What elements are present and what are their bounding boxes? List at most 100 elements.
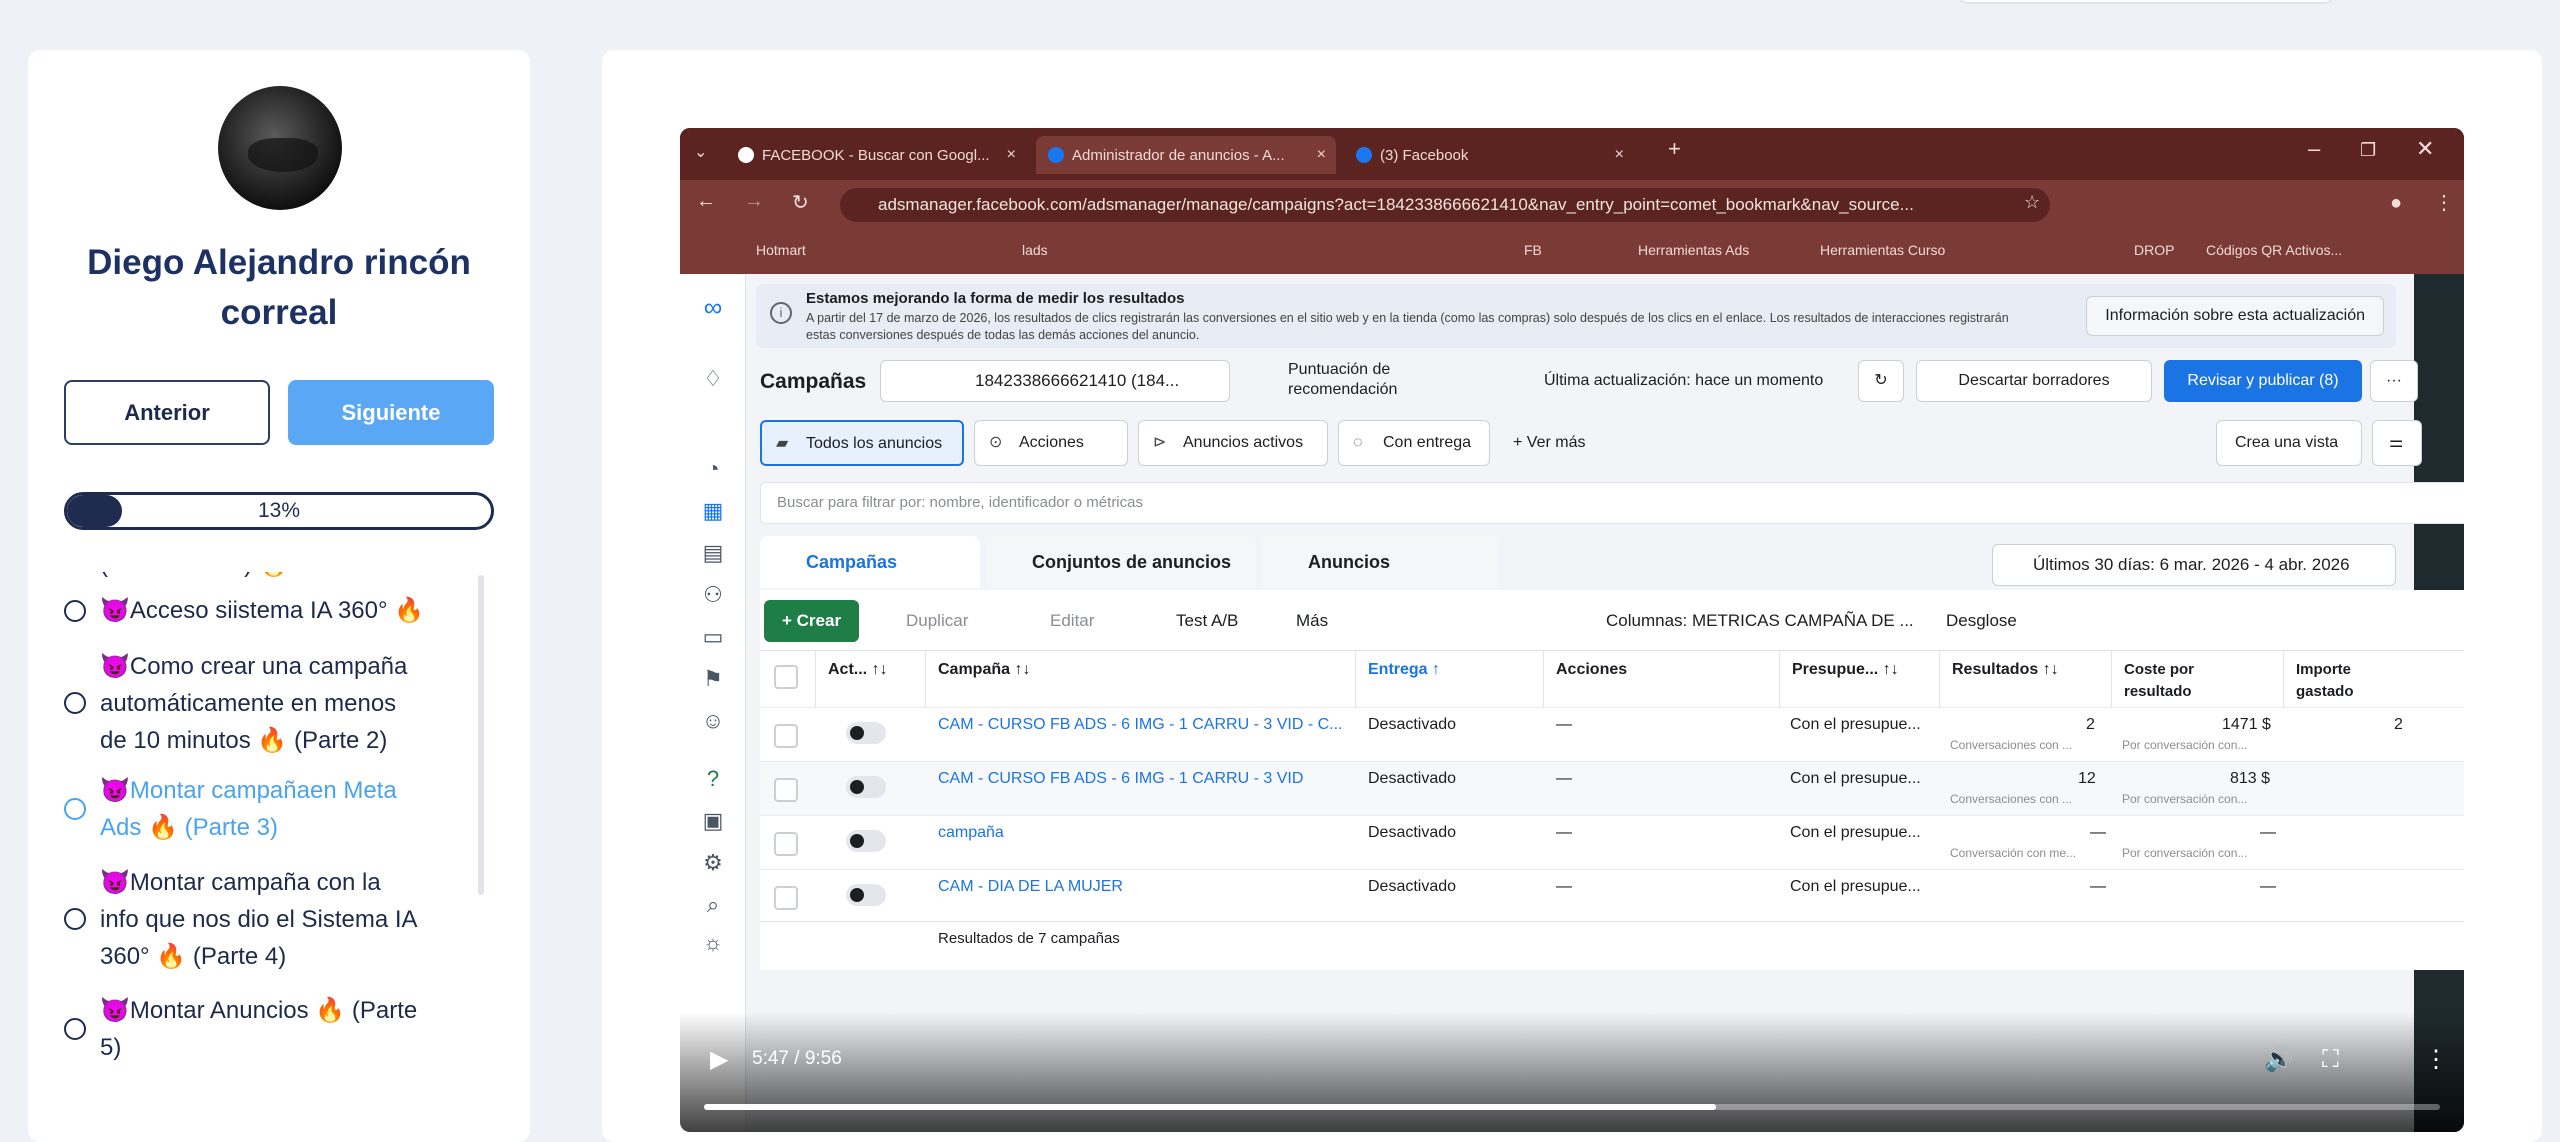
actions-cell: — [1556, 824, 1572, 841]
page-title: Campañas [760, 370, 867, 393]
view-actions: ⊙ Acciones [974, 420, 1128, 466]
bookmark-item: Herramientas Ads [1638, 242, 1750, 258]
lesson-item[interactable]: 😈Como crear una campaña automáticamente … [64, 648, 484, 759]
avatar [218, 86, 342, 210]
ads-manager: ∞ ♢ ◔ ▦ ▤ ⚇ ▭ ⚑ ☺ ? ▣ ⚙ ⌕ ☼ i Estamos me… [680, 274, 2464, 1132]
campaign-search-input: Buscar para filtrar por: nombre, identif… [760, 482, 2464, 524]
settings-gear-icon: ⚙ [703, 850, 723, 875]
fullscreen-icon[interactable]: ⛶ [2322, 1046, 2339, 1074]
reload-icon: ↻ [792, 192, 809, 214]
bell-icon: ♢ [703, 366, 723, 391]
report-icon: ▣ [702, 808, 724, 833]
column-header: Act... ↑↓ [816, 651, 926, 707]
browser-tab: (3) Facebook × [1344, 136, 1634, 174]
tab-ads: Anuncios [1262, 536, 1498, 588]
customize-icon: ⚌ [2372, 420, 2422, 466]
previous-button[interactable]: Anterior [64, 380, 270, 445]
lesson-item-active[interactable]: 😈Montar campañaen Meta Ads 🔥 (Parte 3) [64, 772, 484, 846]
lesson-title: (introducción ) 🔥 [100, 572, 289, 583]
people-icon: ☺ [701, 708, 725, 733]
campaign-name-link: CAM - CURSO FB ADS - 6 IMG - 1 CARRU - 3… [938, 770, 1304, 787]
bookmark-item: Códigos QR Activos... [2206, 242, 2343, 258]
browser-tab-bar: ⌄ FACEBOOK - Buscar con Googl... × Admin… [680, 128, 2464, 180]
lesson-item[interactable]: 😈Montar campaña con la info que nos dio … [64, 864, 484, 975]
lesson-item[interactable]: (introducción ) 🔥 [64, 572, 484, 583]
update-info-button: Información sobre esta actualización [2086, 296, 2384, 336]
megaphone-icon: ⚑ [703, 666, 723, 691]
course-progress-bar: 13% [64, 492, 494, 530]
forward-icon: → [744, 190, 764, 212]
lesson-item[interactable]: 😈Acceso siistema IA 360° 🔥 [64, 592, 484, 629]
cost-cell: 1471 $ [2222, 716, 2271, 733]
column-header: Coste por resultado [2112, 651, 2284, 707]
lesson-title: 😈Montar campaña con la info que nos dio … [100, 869, 418, 970]
column-header: Resultados ↑↓ [1940, 651, 2112, 707]
google-icon [738, 147, 754, 163]
address-field: adsmanager.facebook.com/adsmanager/manag… [840, 188, 2050, 222]
progress-label: 13% [257, 499, 301, 522]
breakdown-selector: Desglose [1946, 611, 2017, 630]
budget-cell: Con el presupue... [1790, 824, 1921, 841]
browser-address-row: ← → ↻ adsmanager.facebook.com/adsmanager… [680, 180, 2464, 230]
meta-icon [1048, 147, 1064, 163]
search-icon: ⌕ [706, 892, 720, 917]
banner-text: A partir del 17 de marzo de 2026, los re… [806, 311, 2009, 342]
new-tab-icon: + [1668, 136, 1681, 161]
results-count: Resultados de 7 campañas [938, 930, 1120, 947]
info-icon: i [770, 302, 792, 324]
table-footer: Resultados de 7 campañas [760, 921, 2464, 971]
view-all-ads: ▰ Todos los anuncios [760, 420, 964, 466]
video-options-icon[interactable]: ⋮ [2424, 1045, 2448, 1074]
lesson-title: 😈Como crear una campaña automáticamente … [100, 653, 408, 754]
campaigns-table: Act... ↑↓ Campaña ↑↓ Entrega ↑ Acciones … [760, 650, 2464, 970]
column-header: Acciones [1544, 651, 1780, 707]
budget-cell: Con el presupue... [1790, 770, 1921, 787]
banner-title: Estamos mejorando la forma de medir los … [806, 290, 1185, 307]
user-name: Diego Alejandro rincón correal [87, 243, 471, 332]
lesson-title: 😈Montar Anuncios 🔥 (Parte 5) [100, 997, 418, 1061]
volume-icon[interactable]: 🔊 [2264, 1045, 2294, 1074]
create-view-button: Crea una vista [2216, 420, 2362, 466]
results-subtext: Conversaciones con ... [1950, 738, 2073, 752]
results-subtext: Conversación con me... [1950, 846, 2077, 860]
lesson-title: 😈Montar campañaen Meta Ads 🔥 (Parte 3) [100, 777, 397, 841]
lesson-status-circle [64, 798, 86, 820]
billing-icon: ▭ [702, 624, 724, 649]
video-player[interactable]: ⌄ FACEBOOK - Buscar con Googl... × Admin… [680, 128, 2464, 1132]
lesson-list: (introducción ) 🔥 😈Acceso siistema IA 36… [64, 572, 504, 1142]
bookmark-item: FB [1524, 242, 1542, 258]
video-progress-fill [704, 1104, 1717, 1110]
table-icon: ▦ [702, 498, 724, 523]
budget-cell: Con el presupue... [1790, 878, 1921, 895]
pages-icon: ▤ [702, 540, 724, 565]
lesson-list-scrollbar[interactable] [478, 575, 484, 895]
lesson-status-circle [64, 908, 86, 930]
results-cell: — [2090, 824, 2106, 841]
campaign-name-link: CAM - CURSO FB ADS - 6 IMG - 1 CARRU - 3… [938, 716, 1343, 733]
results-cell: — [2090, 878, 2106, 895]
actions-cell: — [1556, 770, 1572, 787]
close-icon: × [1316, 146, 1326, 163]
play-icon[interactable]: ▶ [710, 1045, 728, 1074]
account-selector: 1842338666621410 (184... [880, 360, 1230, 402]
video-seek-bar[interactable] [704, 1104, 2440, 1110]
lesson-status-circle [64, 600, 86, 622]
cost-cell: — [2260, 878, 2276, 895]
table-row: CAM - CURSO FB ADS - 6 IMG - 1 CARRU - 3… [760, 761, 2464, 815]
actions-cell: — [1556, 878, 1572, 895]
actions-cell: — [1556, 716, 1572, 733]
column-header: Entrega ↑ [1356, 651, 1544, 707]
url-text: adsmanager.facebook.com/adsmanager/manag… [878, 195, 1914, 214]
duplicate-button: Duplicar [906, 611, 969, 630]
next-button[interactable]: Siguiente [288, 380, 494, 445]
delivery-status: Desactivado [1368, 878, 1457, 895]
ab-test-button: Test A/B [1176, 611, 1239, 630]
campaign-name-link: CAM - DIA DE LA MUJER [938, 878, 1123, 895]
view-delivering: ◌ Con entrega [1338, 420, 1490, 466]
column-header: Importe gastado [2296, 661, 2354, 700]
lesson-item[interactable]: 😈Montar Anuncios 🔥 (Parte 5) [64, 992, 484, 1066]
table-row: CAM - CURSO FB ADS - 6 IMG - 1 CARRU - 3… [760, 707, 2464, 761]
delivery-status: Desactivado [1368, 716, 1457, 733]
video-controls-overlay [680, 1012, 2464, 1132]
top-search-pill[interactable] [1956, 0, 2336, 4]
